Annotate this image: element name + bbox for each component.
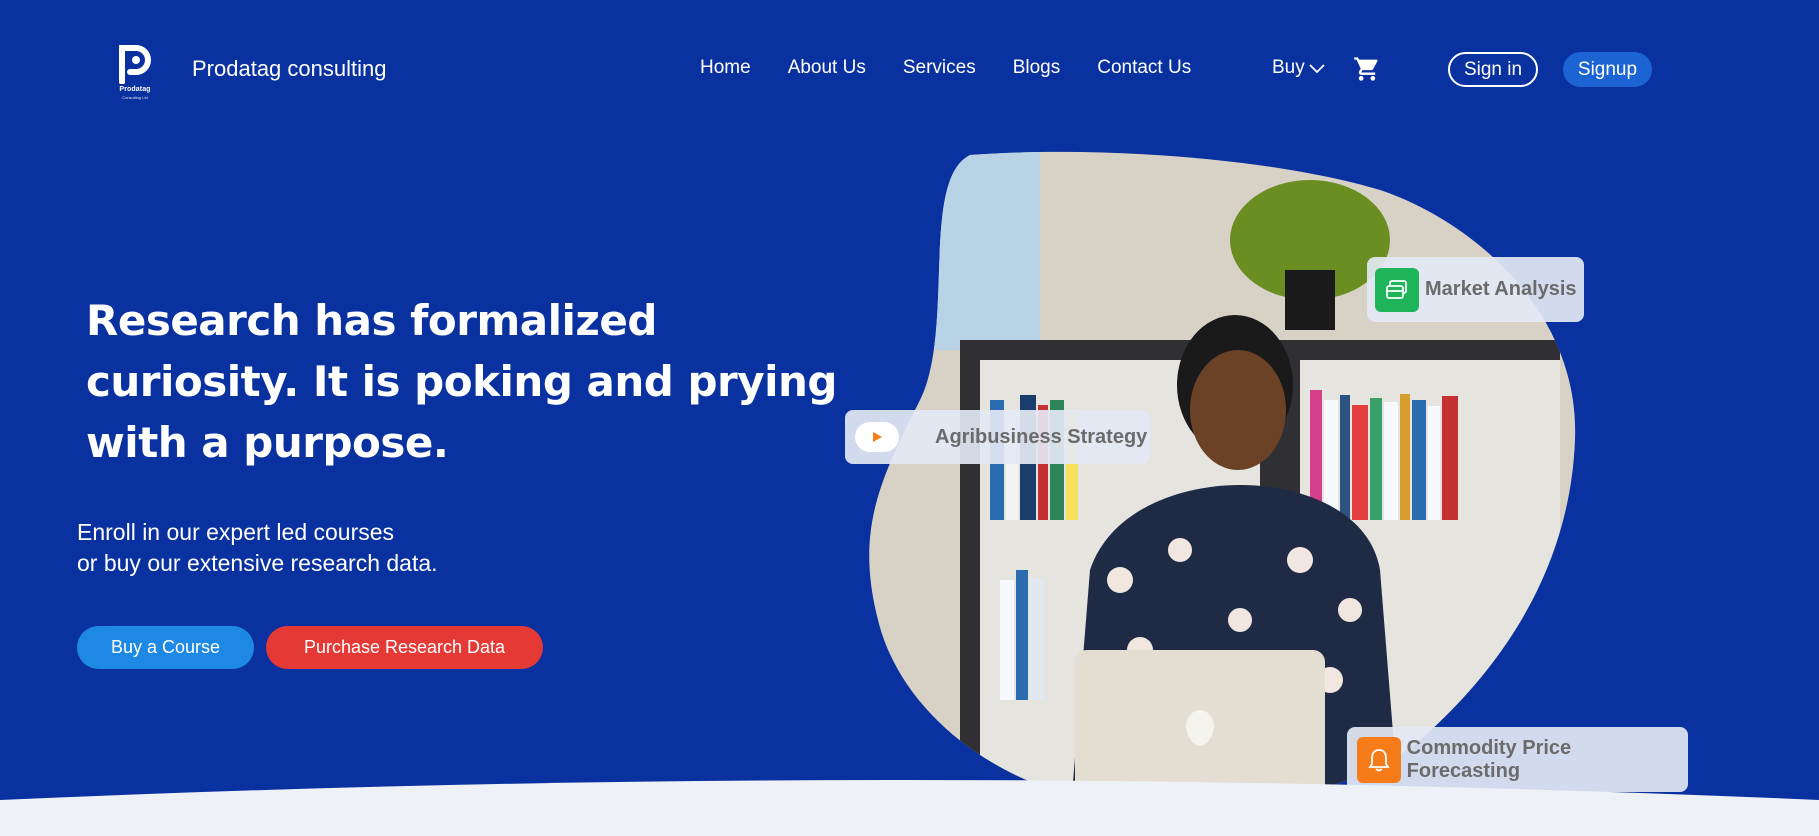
market-analysis-label: Market Analysis [1425, 278, 1577, 300]
nav-about-us[interactable]: About Us [788, 57, 866, 79]
agribusiness-strategy-label: Agribusiness Strategy [935, 425, 1148, 448]
hero-subtext: Enroll in our expert led courses or buy … [77, 517, 438, 579]
subtext-line-2: or buy our extensive research data. [77, 550, 438, 576]
chevron-down-icon [1309, 64, 1325, 74]
logo-mark [119, 45, 151, 84]
purchase-research-data-button[interactable]: Purchase Research Data [266, 626, 543, 669]
nav-home[interactable]: Home [700, 57, 751, 79]
headline-line-3: with a purpose. [86, 418, 449, 467]
payment-card-icon [1375, 267, 1419, 312]
buy-course-button[interactable]: Buy a Course [77, 626, 254, 669]
sign-in-button[interactable]: Sign in [1448, 52, 1538, 87]
agribusiness-strategy-card[interactable]: Agribusiness Strategy [845, 410, 1150, 464]
headline-line-1: Research has formalized [86, 296, 657, 345]
market-analysis-card[interactable]: Market Analysis [1367, 257, 1584, 322]
buy-label: Buy [1272, 57, 1305, 78]
bottom-wave-divider [0, 780, 1819, 836]
site-header: Prodatag Consulting Ltd Prodatag consult… [0, 0, 1819, 140]
main-nav: Home About Us Services Blogs Contact Us [700, 57, 1228, 79]
prodatag-logo-icon[interactable]: Prodatag Consulting Ltd [114, 44, 156, 102]
logo-text: Prodatag [119, 86, 151, 93]
buy-dropdown[interactable]: Buy [1272, 57, 1326, 79]
headline-line-2: curiosity. It is poking and prying [86, 357, 837, 406]
brand-name[interactable]: Prodatag consulting [192, 56, 386, 82]
nav-blogs[interactable]: Blogs [1013, 57, 1061, 79]
nav-contact-us[interactable]: Contact Us [1097, 57, 1191, 79]
subtext-line-1: Enroll in our expert led courses [77, 519, 395, 545]
logo-subtext: Consulting Ltd [122, 95, 148, 100]
nav-services[interactable]: Services [903, 57, 976, 79]
hero-photo-woman-laptop [869, 151, 1576, 809]
play-icon [855, 422, 899, 452]
hero-headline: Research has formalized curiosity. It is… [86, 290, 846, 473]
signup-button[interactable]: Signup [1563, 52, 1652, 87]
shopping-cart-icon[interactable] [1353, 55, 1381, 83]
